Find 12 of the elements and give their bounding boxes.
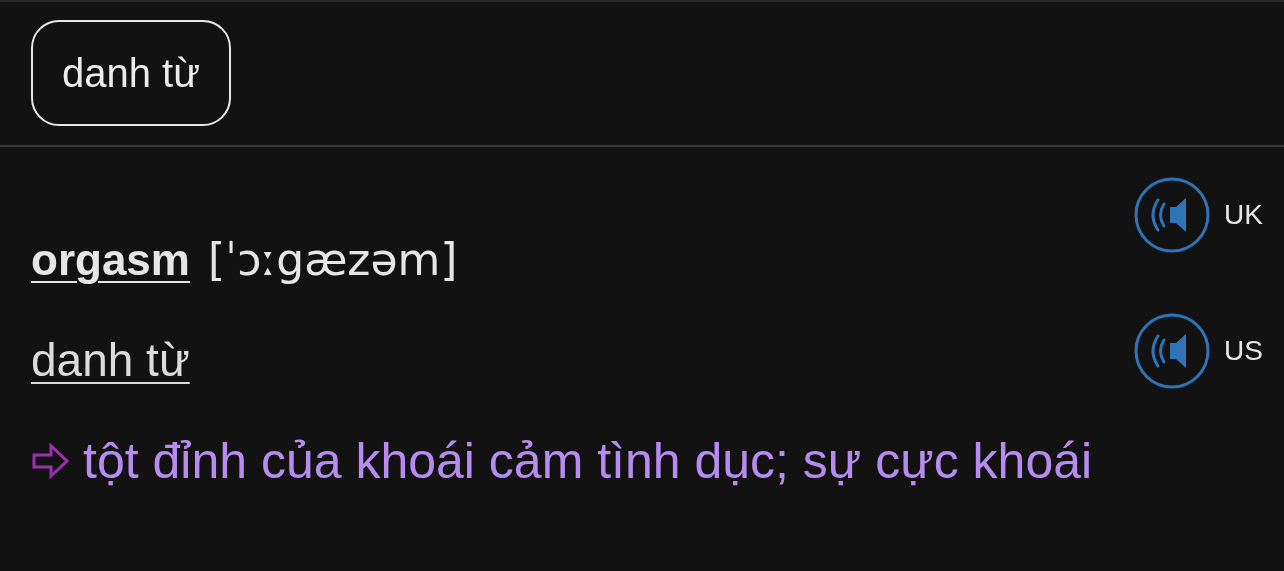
arrow-icon — [31, 441, 71, 481]
play-audio-button[interactable] — [1134, 177, 1210, 253]
speaker-icon — [1134, 313, 1210, 389]
accent-label: UK — [1224, 198, 1264, 232]
play-audio-button[interactable] — [1134, 313, 1210, 389]
filter-chip[interactable]: danh từ — [31, 20, 231, 126]
accent-label: US — [1224, 334, 1264, 368]
definition: tột đỉnh của khoái cảm tình dục; sự cực khoái — [83, 432, 1094, 491]
part-of-speech[interactable]: danh từ — [31, 334, 190, 386]
speaker-icon — [1134, 177, 1210, 253]
headword: orgasm — [31, 234, 190, 286]
pronunciation: [ˈɔːgæzəm] — [207, 233, 458, 287]
